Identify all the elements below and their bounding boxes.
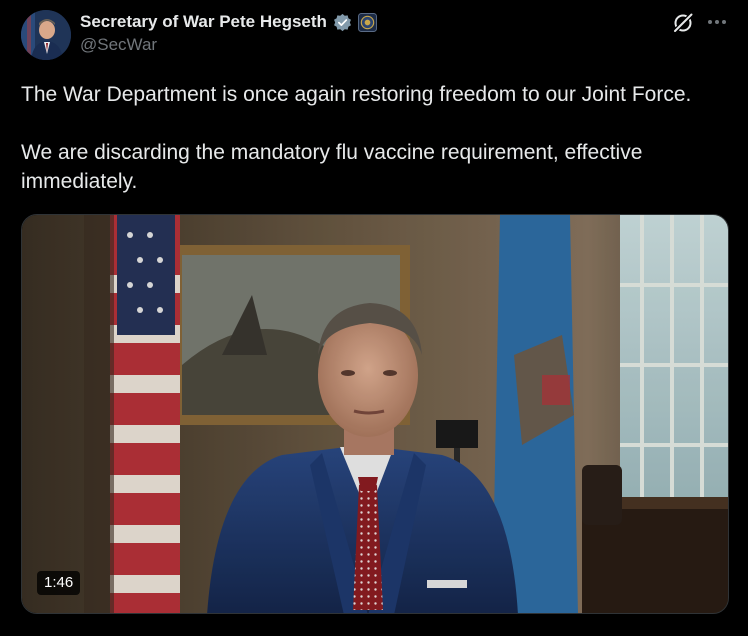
grok-icon[interactable] bbox=[672, 12, 694, 34]
author-handle[interactable]: @SecWar bbox=[80, 35, 157, 55]
display-name[interactable]: Secretary of War Pete Hegseth bbox=[80, 12, 327, 32]
author-name-row: Secretary of War Pete Hegseth bbox=[80, 11, 377, 33]
post-paragraph: The War Department is once again restori… bbox=[21, 83, 692, 106]
video-duration-badge: 1:46 bbox=[37, 571, 81, 595]
post-card: Secretary of War Pete Hegseth @SecWar Th… bbox=[0, 0, 748, 636]
more-options-icon[interactable] bbox=[704, 10, 730, 34]
post-text: The War Department is once again restori… bbox=[21, 80, 721, 196]
avatar[interactable] bbox=[21, 10, 71, 60]
verified-badge-icon[interactable] bbox=[333, 13, 352, 32]
affiliation-badge-icon[interactable] bbox=[357, 12, 377, 32]
video-player[interactable] bbox=[21, 214, 729, 614]
post-paragraph: We are discarding the mandatory flu vacc… bbox=[21, 141, 643, 193]
